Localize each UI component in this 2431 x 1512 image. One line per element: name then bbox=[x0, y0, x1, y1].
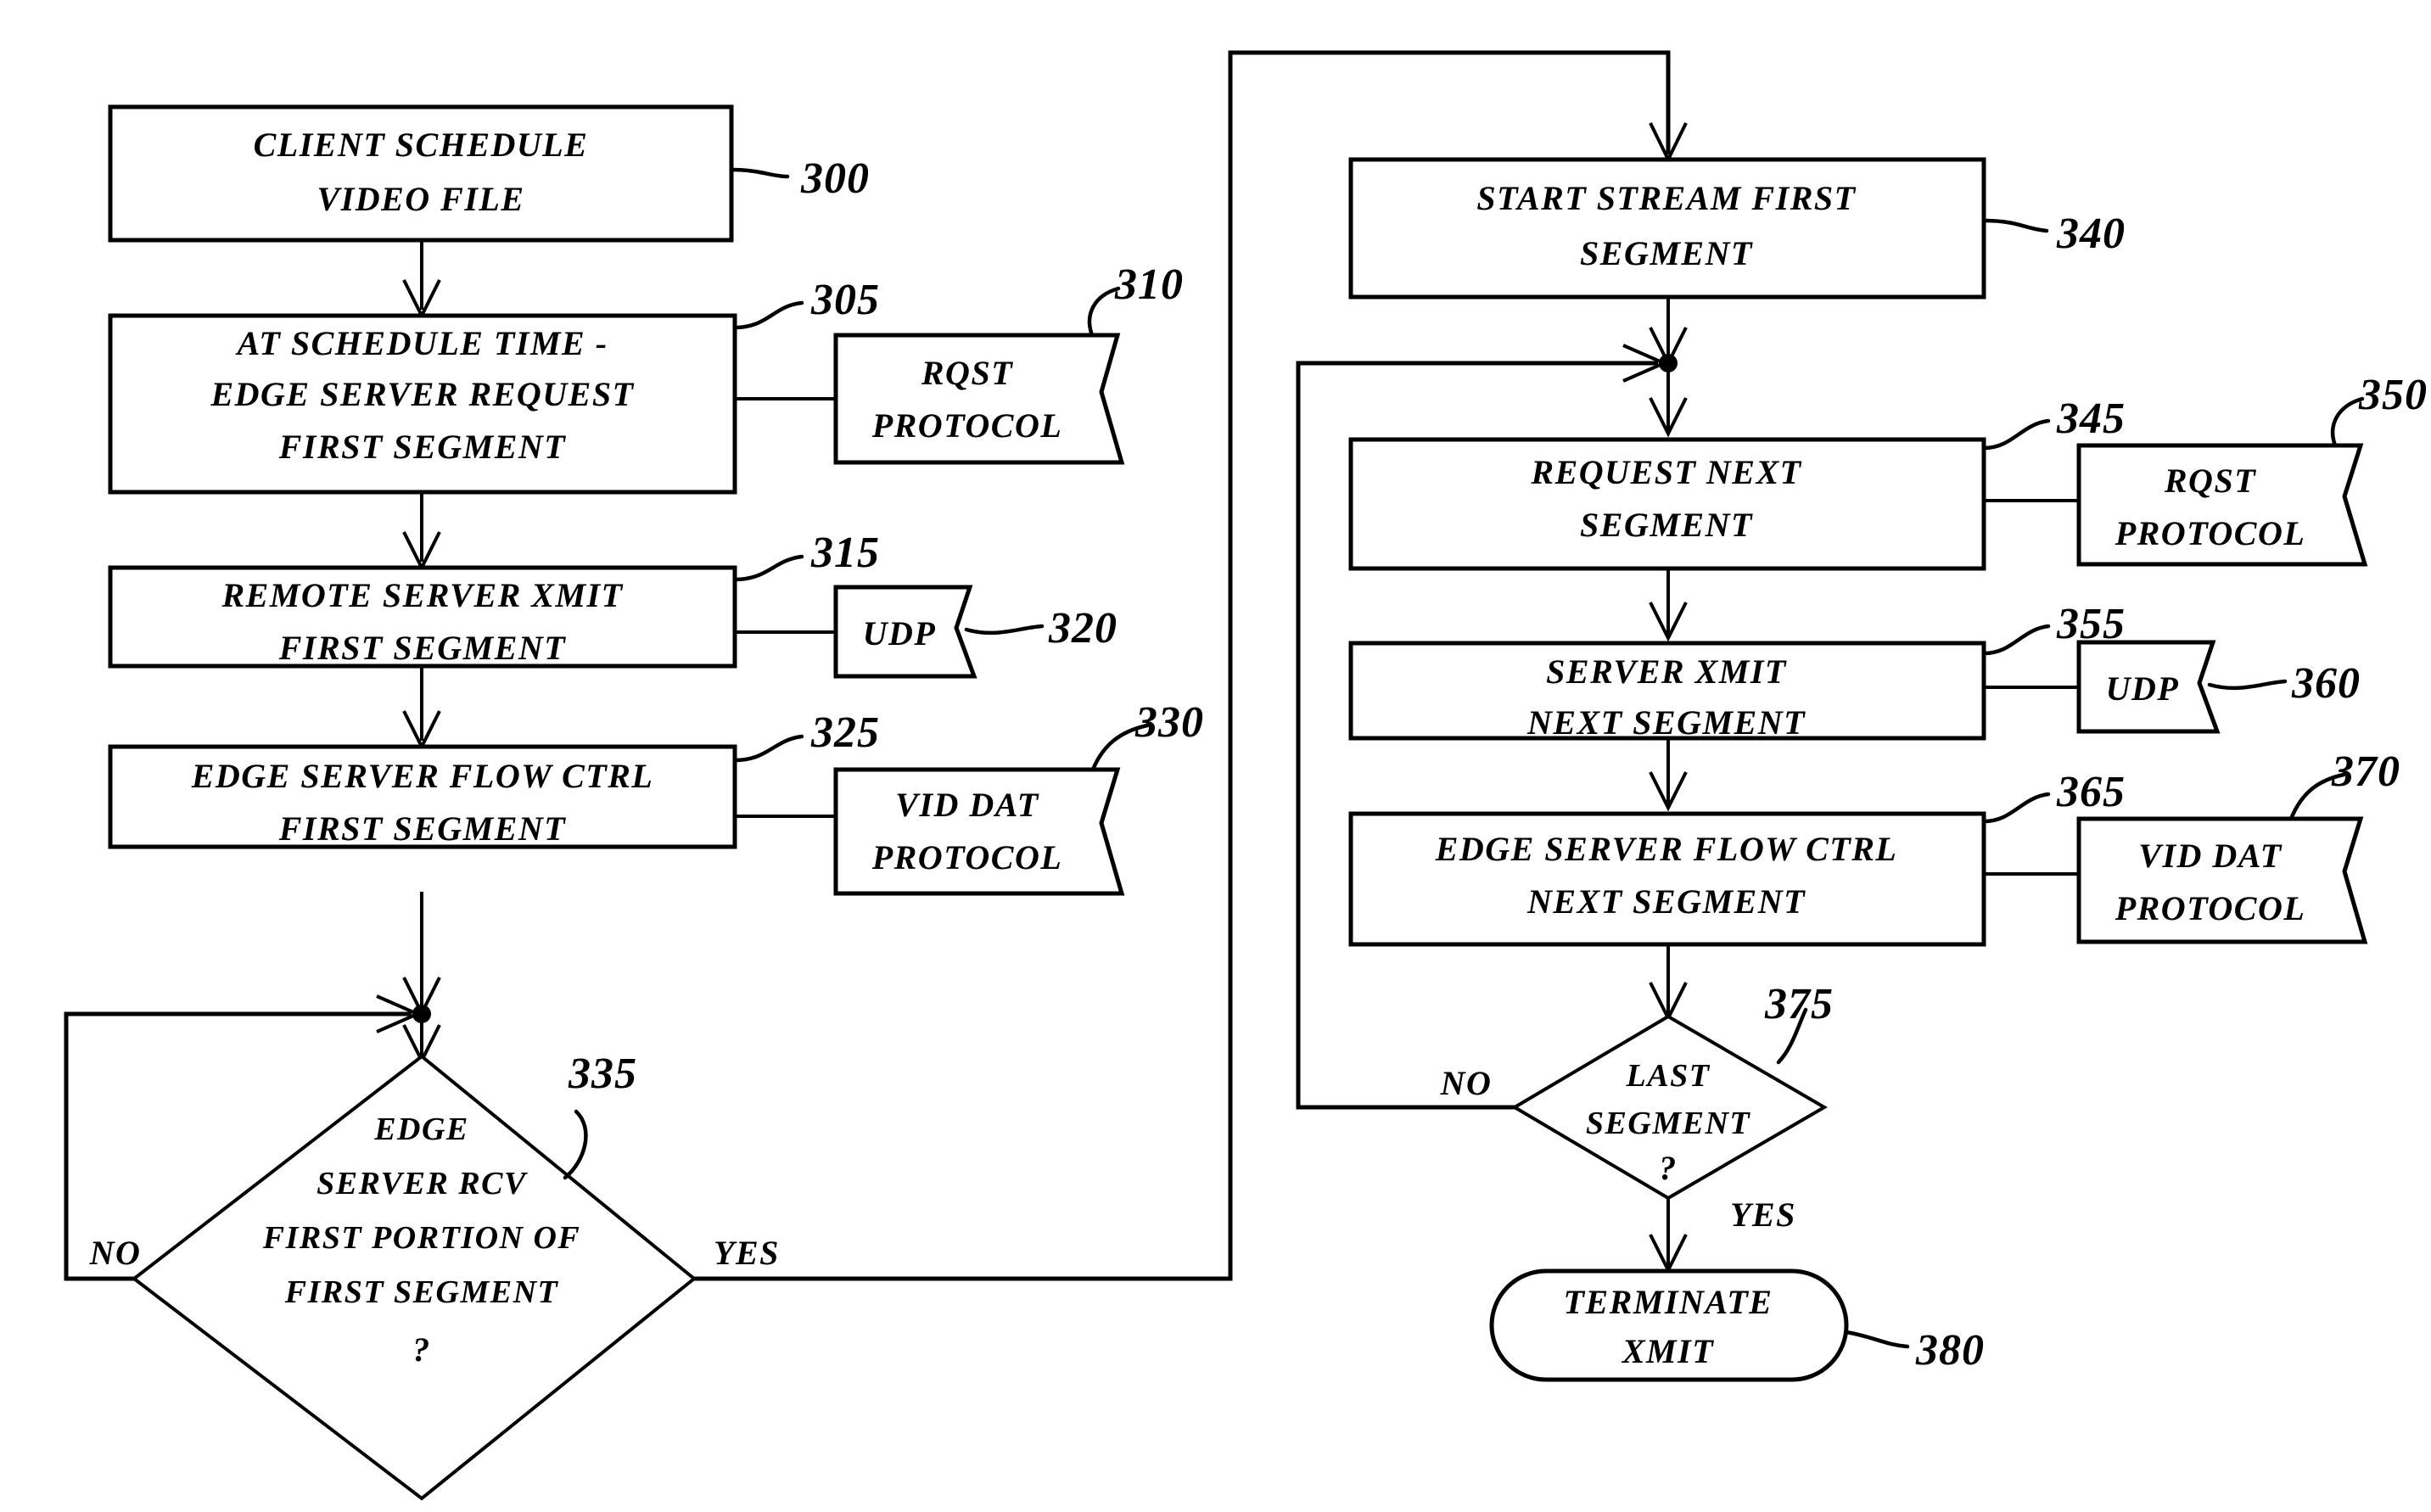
node-350-line-1: RQST bbox=[2164, 462, 2256, 500]
node-335-line-3: FIRST PORTION OF bbox=[262, 1220, 581, 1256]
leader-300 bbox=[729, 167, 790, 179]
node-375-line-3: ? bbox=[1659, 1149, 1678, 1187]
node-350[interactable]: RQST PROTOCOL bbox=[2076, 443, 2368, 567]
node-300[interactable]: CLIENT SCHEDULE VIDEO FILE bbox=[108, 104, 734, 243]
node-305[interactable]: AT SCHEDULE TIME - EDGE SERVER REQUEST F… bbox=[108, 313, 737, 495]
node-330-line-1: VID DAT bbox=[895, 786, 1039, 824]
leader-315 bbox=[732, 554, 804, 582]
node-355[interactable]: SERVER XMIT NEXT SEGMENT bbox=[1348, 641, 1986, 742]
refnum-325: 325 bbox=[810, 708, 880, 757]
node-375-line-2: SEGMENT bbox=[1586, 1106, 1750, 1141]
node-340[interactable]: START STREAM FIRST SEGMENT bbox=[1348, 157, 1986, 300]
leader-360 bbox=[2207, 679, 2288, 691]
node-310-line-2: PROTOCOL bbox=[871, 406, 1063, 445]
node-310[interactable]: RQST PROTOCOL bbox=[833, 333, 1125, 465]
node-330[interactable]: VID DAT PROTOCOL bbox=[833, 767, 1125, 896]
leader-310 bbox=[1087, 286, 1121, 338]
refnum-300: 300 bbox=[800, 154, 870, 203]
leader-380 bbox=[1844, 1330, 1910, 1349]
refnum-360: 360 bbox=[2291, 659, 2361, 708]
node-345-line-1: REQUEST NEXT bbox=[1530, 453, 1801, 491]
node-300-line-2: VIDEO FILE bbox=[316, 180, 524, 218]
node-300-line-1: CLIENT SCHEDULE bbox=[254, 126, 589, 164]
node-335-line-2: SERVER RCV bbox=[316, 1166, 528, 1201]
refnum-305: 305 bbox=[810, 276, 880, 324]
node-360-line-1: UDP bbox=[2106, 669, 2180, 708]
leader-305 bbox=[732, 300, 804, 330]
branch-label-335-no: NO bbox=[89, 1234, 142, 1272]
leader-350 bbox=[2330, 396, 2365, 448]
node-345[interactable]: REQUEST NEXT SEGMENT bbox=[1348, 437, 1986, 571]
flowchart-svg: CLIENT SCHEDULE VIDEO FILE 300 AT SCHEDU… bbox=[64, 50, 2428, 1501]
node-350-line-2: PROTOCOL bbox=[2115, 514, 2306, 552]
figure-canvas: CLIENT SCHEDULE VIDEO FILE 300 AT SCHEDU… bbox=[0, 0, 2431, 1512]
node-315-line-1: REMOTE SERVER XMIT bbox=[221, 576, 623, 614]
node-325-line-2: FIRST SEGMENT bbox=[278, 809, 567, 848]
node-380[interactable]: TERMINATE XMIT bbox=[1489, 1268, 1849, 1382]
node-330-line-2: PROTOCOL bbox=[871, 838, 1063, 876]
leader-325 bbox=[732, 734, 804, 763]
node-340-line-1: START STREAM FIRST bbox=[1476, 179, 1856, 217]
leader-335 bbox=[563, 1109, 588, 1180]
node-360[interactable]: UDP bbox=[2076, 640, 2221, 734]
refnum-350: 350 bbox=[2358, 371, 2428, 419]
node-305-line-2: EDGE SERVER REQUEST bbox=[210, 375, 634, 413]
node-340-line-2: SEGMENT bbox=[1580, 234, 1753, 272]
node-315-line-2: FIRST SEGMENT bbox=[278, 629, 567, 667]
node-320-line-1: UDP bbox=[863, 614, 937, 652]
refnum-365: 365 bbox=[2056, 768, 2126, 816]
node-335[interactable]: EDGE SERVER RCV FIRST PORTION OF FIRST S… bbox=[131, 1054, 697, 1501]
refnum-320: 320 bbox=[1048, 604, 1117, 652]
refnum-345: 345 bbox=[2056, 395, 2126, 443]
node-320[interactable]: UDP bbox=[833, 585, 977, 679]
node-365-line-1: EDGE SERVER FLOW CTRL bbox=[1435, 830, 1898, 868]
node-355-line-2: NEXT SEGMENT bbox=[1526, 703, 1806, 742]
node-305-line-3: FIRST SEGMENT bbox=[278, 428, 567, 466]
branch-label-335-yes: YES bbox=[714, 1234, 780, 1272]
refnum-375: 375 bbox=[1764, 980, 1834, 1028]
node-380-line-2: XMIT bbox=[1621, 1332, 1714, 1370]
node-305-line-1: AT SCHEDULE TIME - bbox=[234, 324, 608, 362]
node-310-line-1: RQST bbox=[921, 354, 1013, 392]
leader-320 bbox=[964, 624, 1045, 636]
branch-label-375-no: NO bbox=[1440, 1064, 1493, 1102]
node-345-line-2: SEGMENT bbox=[1580, 506, 1753, 544]
node-335-line-1: EDGE bbox=[373, 1112, 469, 1147]
node-325[interactable]: EDGE SERVER FLOW CTRL FIRST SEGMENT bbox=[108, 744, 737, 849]
node-365[interactable]: EDGE SERVER FLOW CTRL NEXT SEGMENT bbox=[1348, 811, 1986, 947]
node-375-line-1: LAST bbox=[1626, 1058, 1711, 1094]
node-370-line-2: PROTOCOL bbox=[2115, 889, 2306, 927]
refnum-315: 315 bbox=[810, 529, 880, 577]
node-365-line-2: NEXT SEGMENT bbox=[1526, 882, 1806, 921]
refnum-335: 335 bbox=[568, 1050, 637, 1098]
leader-365 bbox=[1981, 792, 2051, 824]
refnum-340: 340 bbox=[2056, 210, 2126, 258]
node-315[interactable]: REMOTE SERVER XMIT FIRST SEGMENT bbox=[108, 565, 737, 669]
node-335-line-4: FIRST SEGMENT bbox=[284, 1274, 559, 1310]
branch-label-375-yes: YES bbox=[1730, 1196, 1796, 1234]
node-370-line-1: VID DAT bbox=[2138, 837, 2282, 875]
leader-340 bbox=[1981, 218, 2049, 233]
node-325-line-1: EDGE SERVER FLOW CTRL bbox=[191, 757, 654, 795]
node-375[interactable]: LAST SEGMENT ? bbox=[1511, 1014, 1828, 1201]
refnum-370: 370 bbox=[2331, 748, 2400, 796]
node-380-line-1: TERMINATE bbox=[1564, 1283, 1773, 1321]
leader-355 bbox=[1981, 624, 2051, 656]
refnum-310: 310 bbox=[1114, 260, 1184, 309]
node-370[interactable]: VID DAT PROTOCOL bbox=[2076, 816, 2368, 944]
refnum-380: 380 bbox=[1915, 1326, 1985, 1375]
leader-345 bbox=[1981, 418, 2051, 451]
refnum-330: 330 bbox=[1134, 698, 1204, 747]
node-355-line-1: SERVER XMIT bbox=[1546, 652, 1787, 691]
node-335-line-5: ? bbox=[412, 1330, 431, 1369]
